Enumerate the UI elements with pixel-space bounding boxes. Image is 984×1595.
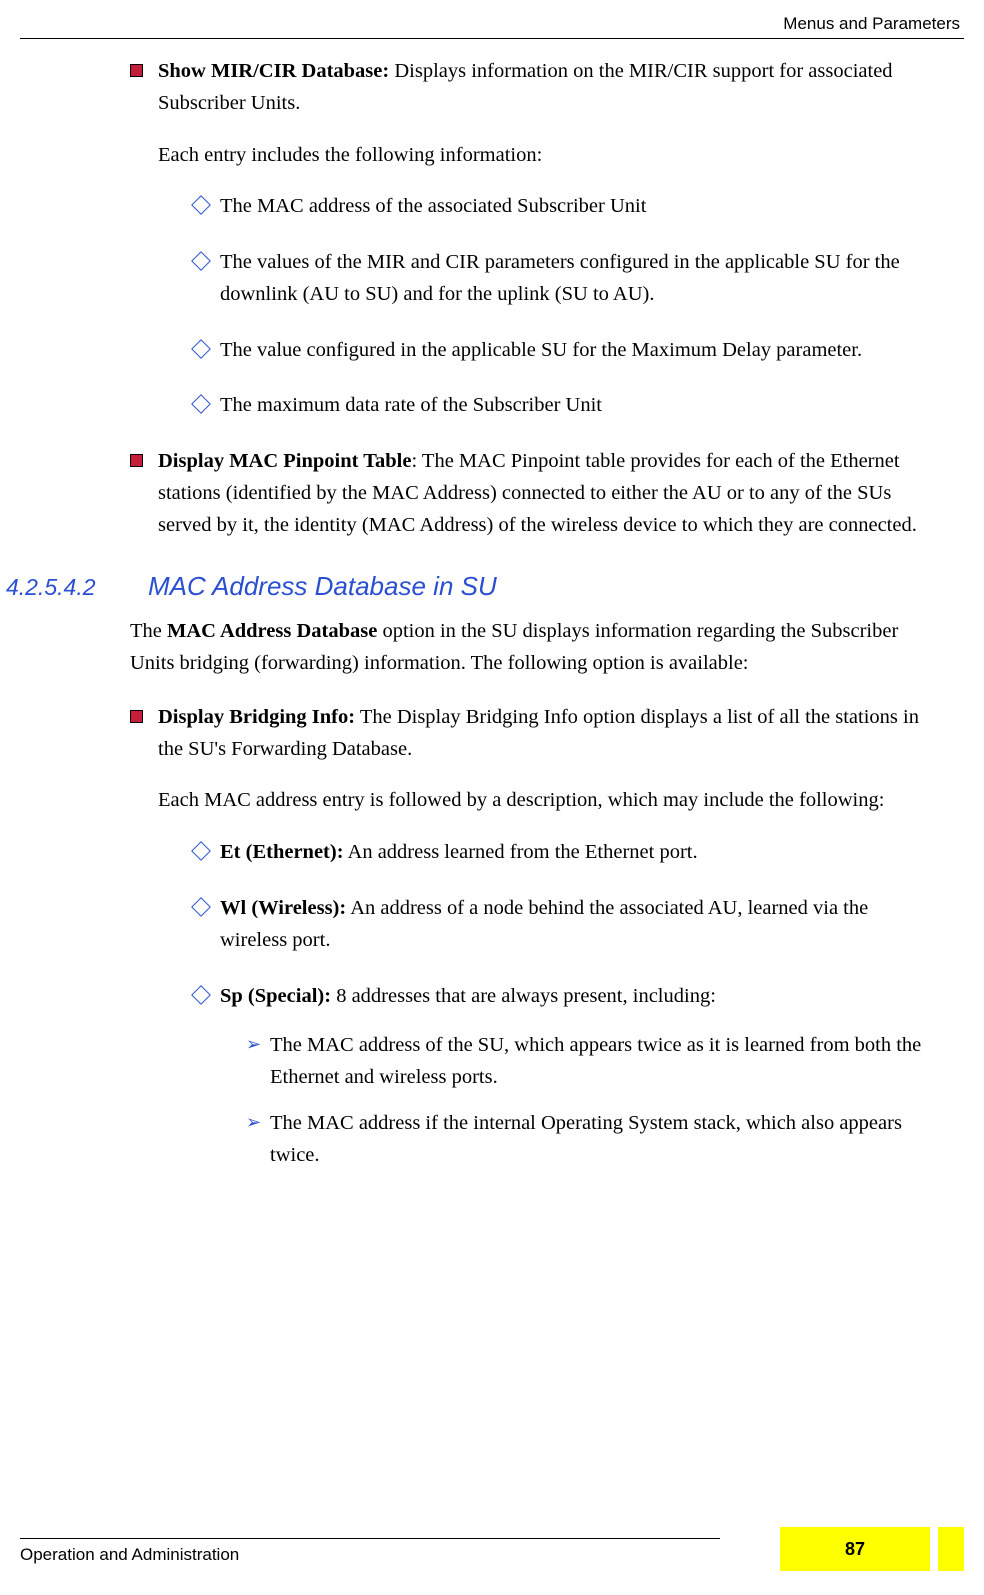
bullet-title: Show MIR/CIR Database:: [158, 60, 389, 82]
bullet-text: Display MAC Pinpoint Table: The MAC Pinp…: [158, 446, 936, 541]
diamond-bold: Et (Ethernet):: [220, 841, 344, 863]
page-number-highlight: 87: [780, 1527, 930, 1571]
header-section-label: Menus and Parameters: [783, 14, 960, 34]
bullet-title: Display MAC Pinpoint Table: [158, 450, 411, 472]
diamond-icon: [191, 841, 211, 861]
bullet-text: Display Bridging Info: The Display Bridg…: [158, 702, 936, 766]
diamond-text: 8 addresses that are always present, inc…: [331, 985, 716, 1007]
arrow-list: ➢ The MAC address of the SU, which appea…: [246, 1030, 936, 1171]
bullet-title: Display Bridging Info:: [158, 706, 355, 728]
diamond-item: The value configured in the applicable S…: [194, 335, 936, 367]
diamond-text: The value configured in the applicable S…: [220, 339, 862, 361]
footer-rule: [20, 1538, 720, 1539]
diamond-bold: Sp (Special):: [220, 985, 331, 1007]
header-rule: [20, 38, 964, 39]
diamond-icon: [191, 985, 211, 1005]
section-heading: 4.2.5.4.2 MAC Address Database in SU: [6, 571, 936, 602]
diamond-text: The maximum data rate of the Subscriber …: [220, 394, 602, 416]
diamond-text: The values of the MIR and CIR parameters…: [220, 251, 900, 305]
diamond-item: The values of the MIR and CIR parameters…: [194, 247, 936, 311]
paragraph: The MAC Address Database option in the S…: [130, 616, 936, 680]
section-number: 4.2.5.4.2: [6, 574, 126, 601]
page-number-box: 87: [780, 1527, 964, 1571]
bullet-text: Show MIR/CIR Database: Displays informat…: [158, 56, 936, 120]
diamond-icon: [191, 339, 211, 359]
content-area: Show MIR/CIR Database: Displays informat…: [130, 56, 936, 1195]
section-title: MAC Address Database in SU: [148, 571, 497, 602]
diamond-item: The MAC address of the associated Subscr…: [194, 191, 936, 223]
diamond-item: Wl (Wireless): An address of a node behi…: [194, 893, 936, 957]
square-bullet-icon: [130, 454, 143, 467]
diamond-icon: [191, 251, 211, 271]
square-bullet-icon: [130, 710, 143, 723]
bullet-item: Display MAC Pinpoint Table: The MAC Pinp…: [130, 446, 936, 541]
page-number-side: [938, 1527, 964, 1571]
bullet-note: Each entry includes the following inform…: [158, 140, 936, 172]
square-bullet-icon: [130, 64, 143, 77]
bullet-item: Show MIR/CIR Database: Displays informat…: [130, 56, 936, 422]
para-text: The: [130, 620, 167, 642]
diamond-list: The MAC address of the associated Subscr…: [194, 191, 936, 422]
diamond-icon: [191, 195, 211, 215]
para-bold: MAC Address Database: [167, 620, 377, 642]
page: Menus and Parameters Show MIR/CIR Databa…: [0, 0, 984, 1595]
diamond-icon: [191, 897, 211, 917]
bullet-item: Display Bridging Info: The Display Bridg…: [130, 702, 936, 1171]
diamond-item: The maximum data rate of the Subscriber …: [194, 390, 936, 422]
bullet-note: Each MAC address entry is followed by a …: [158, 785, 936, 817]
diamond-item: Sp (Special): 8 addresses that are alway…: [194, 981, 936, 1172]
diamond-text: An address learned from the Ethernet por…: [344, 841, 698, 863]
arrow-icon: ➢: [246, 1109, 261, 1137]
arrow-text: The MAC address if the internal Operatin…: [270, 1112, 902, 1166]
arrow-item: ➢ The MAC address if the internal Operat…: [246, 1108, 936, 1172]
diamond-bold: Wl (Wireless):: [220, 897, 346, 919]
arrow-text: The MAC address of the SU, which appears…: [270, 1034, 921, 1088]
diamond-list: Et (Ethernet): An address learned from t…: [194, 837, 936, 1171]
diamond-text: The MAC address of the associated Subscr…: [220, 195, 646, 217]
page-number: 87: [845, 1539, 865, 1560]
footer: Operation and Administration 87: [20, 1538, 964, 1565]
diamond-item: Et (Ethernet): An address learned from t…: [194, 837, 936, 869]
arrow-icon: ➢: [246, 1031, 261, 1059]
arrow-item: ➢ The MAC address of the SU, which appea…: [246, 1030, 936, 1094]
diamond-icon: [191, 394, 211, 414]
